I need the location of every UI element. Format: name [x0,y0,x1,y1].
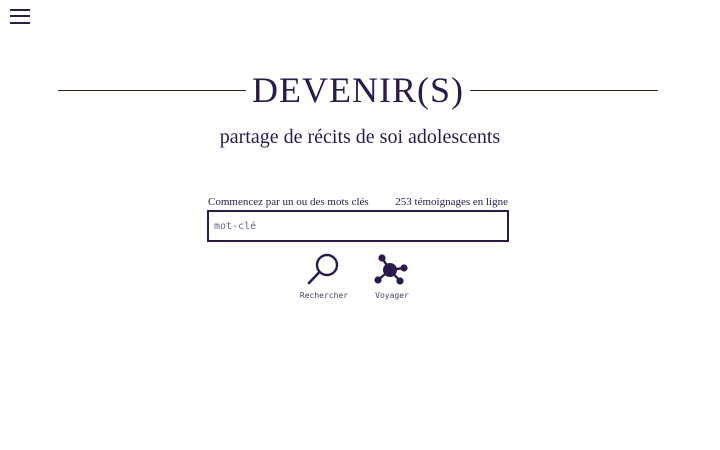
search-block: Commencez par un ou des mots clés 253 té… [207,195,509,242]
search-button[interactable]: Rechercher [294,253,354,300]
keyword-search-input[interactable] [207,210,509,242]
voyage-button-label: Voyager [375,291,409,300]
search-hint: Commencez par un ou des mots clés [208,196,369,208]
title-rule-right [470,89,659,91]
actions-row: Rechercher Voyager [0,253,720,313]
network-nodes-icon [374,254,408,285]
menu-bar-bottom [10,22,30,24]
testimony-count: 253 témoignages en ligne [395,196,508,208]
page-title: DEVENIR(S) [252,70,464,110]
search-button-label: Rechercher [299,291,349,300]
hamburger-menu-icon[interactable] [10,9,30,24]
magnifier-icon [307,253,339,285]
page-subtitle: partage de récits de soi adolescents [219,126,501,148]
menu-bar-top [10,9,30,11]
search-meta: Commencez par un ou des mots clés 253 té… [207,195,509,210]
menu-bar-middle [10,15,30,17]
title-row: DEVENIR(S) [58,68,659,112]
voyage-button[interactable]: Voyager [362,253,422,300]
title-rule-left [58,89,247,91]
